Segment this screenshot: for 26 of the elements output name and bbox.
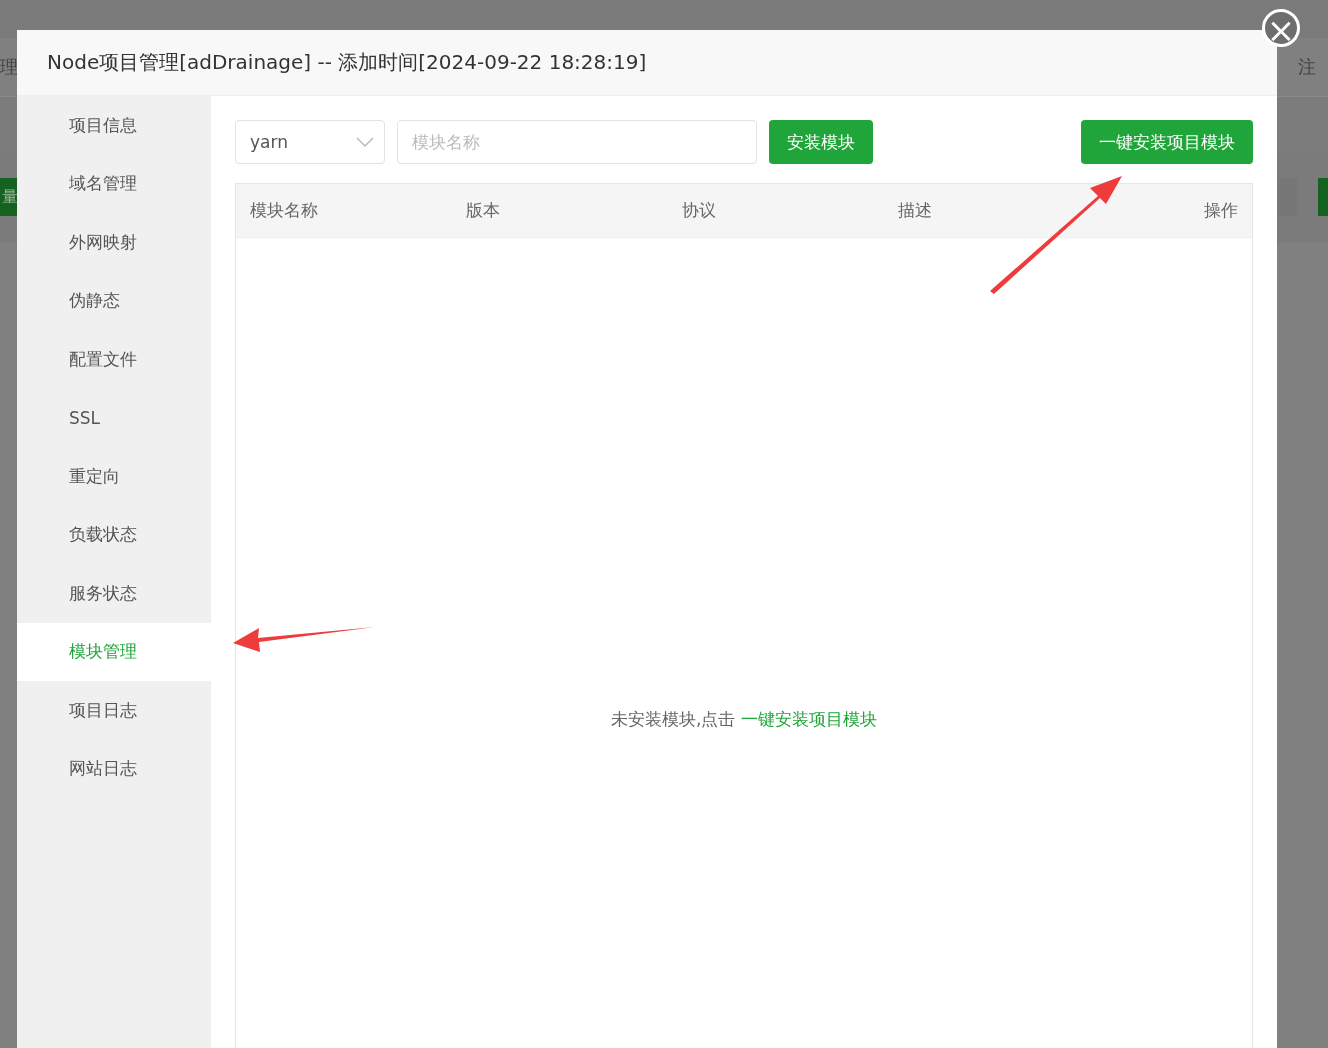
column-header: 模块名称: [250, 199, 319, 222]
empty-message: 未安装模块,点击 一键安装项目模块: [611, 709, 877, 729]
sidebar-item[interactable]: 重定向: [17, 447, 211, 506]
sidebar-item[interactable]: 伪静态: [17, 271, 211, 330]
column-header: 描述: [898, 199, 933, 222]
sidebar-item[interactable]: 域名管理: [17, 154, 211, 213]
sidebar-item[interactable]: 项目日志: [17, 681, 211, 740]
package-manager-select[interactable]: yarn: [235, 120, 385, 164]
column-header: 注: [1298, 55, 1316, 79]
modal-title: Node项目管理[adDrainage] -- 添加时间[2024-09-22 18:28:19]: [47, 49, 647, 76]
module-name-field[interactable]: 模块名称: [397, 120, 757, 164]
chevron-down-icon: [356, 137, 374, 147]
sidebar-item[interactable]: 网站日志: [17, 739, 211, 798]
column-header: 操作: [1203, 199, 1238, 222]
sidebar-item[interactable]: 配置文件: [17, 330, 211, 389]
column-header: 理: [0, 55, 18, 79]
sidebar-item[interactable]: SSL: [17, 388, 211, 447]
sidebar-item[interactable]: 服务状态: [17, 564, 211, 623]
sidebar-item[interactable]: 外网映射: [17, 213, 211, 272]
column-header: 协议: [682, 199, 717, 222]
batch-button[interactable]: 量: [0, 178, 18, 216]
sidebar-item[interactable]: 项目信息: [17, 96, 211, 155]
sidebar-item[interactable]: 负载状态: [17, 505, 211, 564]
column-header: 版本: [466, 199, 501, 222]
install-all-link[interactable]: 一键安装项目模块: [740, 709, 877, 729]
sidebar-item[interactable]: 模块管理: [17, 622, 211, 681]
